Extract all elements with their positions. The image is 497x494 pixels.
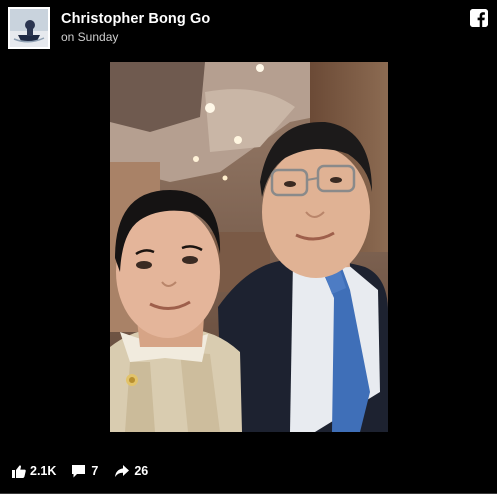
facebook-logo-icon[interactable] [470, 9, 488, 27]
thumbs-up-icon [12, 464, 26, 478]
likes-count: 2.1K [30, 464, 57, 478]
comment-icon [72, 464, 86, 477]
shares-count: 26 [134, 464, 149, 478]
author-avatar[interactable] [8, 7, 50, 49]
author-name[interactable]: Christopher Bong Go [61, 11, 210, 27]
comments-count: 7 [91, 464, 99, 478]
avatar-image [10, 9, 48, 47]
selfie-photo [110, 62, 388, 432]
share-button[interactable]: 26 [115, 464, 148, 478]
post-photo[interactable] [110, 62, 388, 432]
like-button[interactable]: 2.1K [12, 464, 56, 478]
post-timestamp[interactable]: on Sunday [61, 30, 118, 44]
comment-button[interactable]: 7 [72, 464, 98, 478]
share-arrow-icon [115, 465, 130, 477]
embedded-post: Christopher Bong Go on Sunday 2.1K 7 26 [0, 0, 497, 494]
engagement-bar: 2.1K 7 26 [0, 462, 148, 480]
